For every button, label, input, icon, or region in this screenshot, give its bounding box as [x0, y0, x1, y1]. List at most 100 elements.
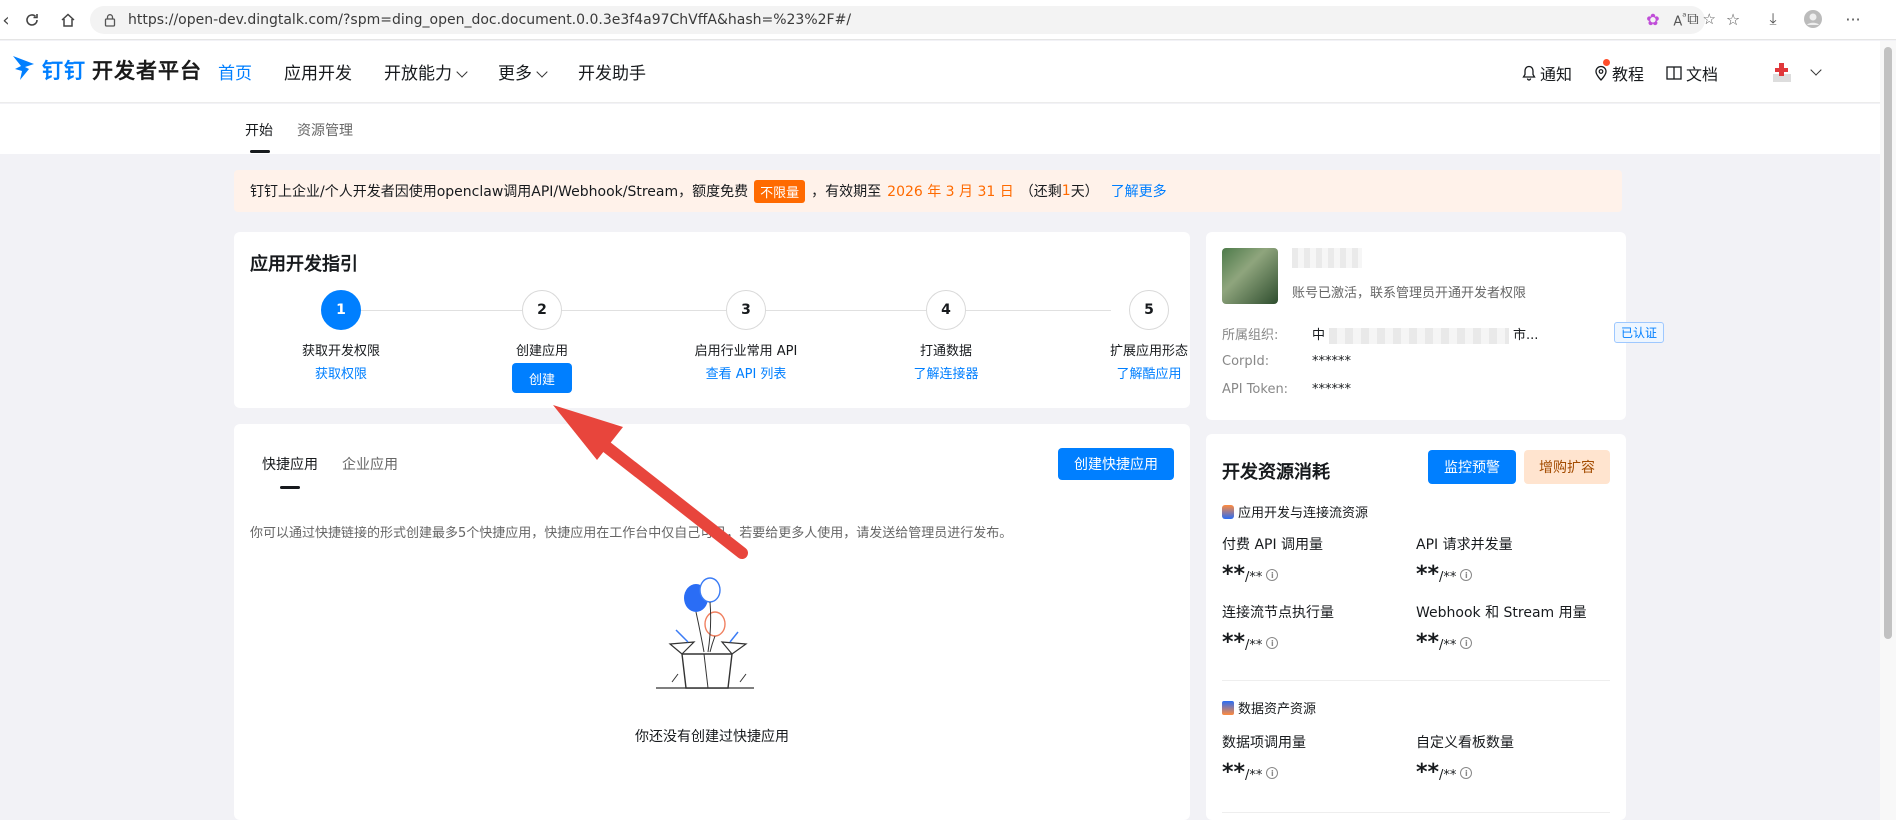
- monitor-alert-button[interactable]: 监控预警: [1428, 450, 1516, 484]
- corpid-label: CorpId:: [1222, 354, 1270, 369]
- metric-value: **/** i: [1222, 760, 1279, 785]
- extensions-icon[interactable]: ⧉: [1682, 8, 1704, 30]
- api-list-link[interactable]: 查看 API 列表: [674, 363, 818, 382]
- docs-link[interactable]: 文档: [1666, 61, 1718, 85]
- refresh-icon[interactable]: [18, 6, 46, 34]
- step-number: 3: [726, 290, 766, 330]
- account-status: 账号已激活，联系管理员开通开发者权限: [1292, 286, 1527, 301]
- lock-icon: [102, 12, 118, 28]
- dingtalk-logo-icon: [12, 53, 36, 87]
- step-number: 1: [321, 290, 361, 330]
- info-icon[interactable]: i: [1266, 767, 1279, 779]
- resources-title: 开发资源消耗: [1222, 462, 1330, 483]
- corpid-row: CorpId: ******: [1222, 354, 1351, 369]
- step-1: 1 获取开发权限 获取权限: [271, 290, 411, 382]
- back-icon[interactable]: ‹: [0, 6, 20, 34]
- red-dot-badge: [1602, 59, 1610, 66]
- tab-resource-management[interactable]: 资源管理: [297, 120, 353, 140]
- home-icon[interactable]: [54, 6, 82, 34]
- step-label: 打通数据: [919, 344, 972, 359]
- active-tab-indicator: [280, 486, 300, 489]
- token-row: API Token: ******: [1222, 382, 1351, 397]
- tab-enterprise-apps[interactable]: 企业应用: [342, 454, 398, 474]
- metric-label: 自定义看板数量: [1416, 735, 1514, 751]
- nav-open-capabilities[interactable]: 开放能力: [384, 59, 468, 84]
- browser-toolbar: ‹ https://open-dev.dingtalk.com/?spm=din…: [0, 0, 1896, 40]
- bell-icon: [1522, 65, 1536, 81]
- nav-more[interactable]: 更多: [498, 59, 548, 84]
- avatar: [1770, 62, 1798, 84]
- metric-label: 连接流节点执行量: [1222, 605, 1334, 621]
- scroll-thumb[interactable]: [1884, 47, 1892, 639]
- logo[interactable]: 钉钉 开发者平台: [12, 53, 202, 87]
- tutorial-link[interactable]: 教程: [1594, 59, 1644, 85]
- tab-start[interactable]: 开始: [245, 120, 273, 140]
- buy-expand-button[interactable]: 增购扩容: [1524, 450, 1610, 484]
- guide-steps: 1 获取开发权限 获取权限 2 创建应用 创建 3 启用行业常用 API 查看 …: [234, 290, 1190, 400]
- more-menu-icon[interactable]: ···: [1842, 8, 1864, 30]
- step-5: 5 扩展应用形态 了解酷应用: [1079, 290, 1219, 382]
- notice-text-1: 钉钉上企业/个人开发者因使用openclaw调用API/Webhook/Stre…: [250, 184, 749, 200]
- user-menu[interactable]: [1770, 62, 1822, 84]
- profile-icon[interactable]: [1802, 8, 1824, 30]
- create-quick-app-button[interactable]: 创建快捷应用: [1058, 448, 1174, 480]
- section-data-assets: 数据资产资源: [1222, 698, 1316, 717]
- step-label: 获取开发权限: [301, 344, 380, 359]
- metric-used: **: [1416, 760, 1440, 785]
- favorites-icon[interactable]: ☆: [1722, 8, 1744, 30]
- cool-app-link[interactable]: 了解酷应用: [1079, 363, 1219, 382]
- connector-link[interactable]: 了解连接器: [876, 363, 1016, 382]
- metric-used: **: [1416, 630, 1440, 655]
- create-app-button[interactable]: 创建: [512, 363, 572, 393]
- copilot-icon[interactable]: ✿: [1642, 8, 1664, 30]
- logo-ding-text: 钉钉: [42, 59, 86, 83]
- quick-apps-card: 快捷应用 企业应用 创建快捷应用 你可以通过快捷链接的形式创建最多5个快捷应用，…: [234, 424, 1190, 820]
- redacted-name: [1292, 248, 1362, 268]
- metric-used: **: [1222, 562, 1246, 587]
- docs-label: 文档: [1685, 65, 1718, 84]
- notice-text-4: 天）: [1070, 184, 1099, 200]
- metric-value: **/** i: [1416, 562, 1473, 587]
- info-icon[interactable]: i: [1460, 569, 1473, 581]
- metric-value: **/** i: [1416, 760, 1473, 785]
- account-profile-card: 账号已激活，联系管理员开通开发者权限 所属组织: 中 市... 已认证 CorpI…: [1206, 232, 1665, 420]
- empty-box-illustration: [654, 570, 764, 704]
- org-label: 所属组织:: [1222, 328, 1279, 343]
- nav-dev-assistant[interactable]: 开发助手: [578, 59, 646, 84]
- token-label: API Token:: [1222, 382, 1289, 397]
- notify-link[interactable]: 通知: [1522, 61, 1572, 85]
- tab-quick-apps[interactable]: 快捷应用: [262, 454, 318, 474]
- get-permission-link[interactable]: 获取权限: [271, 363, 411, 382]
- metric-label: API 请求并发量: [1416, 537, 1513, 553]
- metric-total: /**: [1245, 570, 1263, 585]
- tutorial-label: 教程: [1611, 65, 1644, 84]
- notice-date: 2026 年 3 月 31 日: [887, 184, 1014, 200]
- dev-resources-card: 开发资源消耗 监控预警 增购扩容 应用开发与连接流资源 付费 API 调用量 *…: [1206, 434, 1626, 820]
- location-pin-icon: [1595, 65, 1607, 81]
- org-avatar: [1222, 248, 1278, 304]
- step-label: 扩展应用形态: [1109, 344, 1188, 359]
- info-icon[interactable]: i: [1266, 569, 1279, 581]
- downloads-icon[interactable]: ⤓: [1762, 8, 1784, 30]
- nav-open-capabilities-label: 开放能力: [384, 64, 452, 84]
- info-icon[interactable]: i: [1266, 637, 1279, 649]
- address-bar[interactable]: https://open-dev.dingtalk.com/?spm=ding_…: [90, 6, 1705, 34]
- metric-value: **/** i: [1416, 630, 1473, 655]
- info-icon[interactable]: i: [1460, 637, 1473, 649]
- notify-label: 通知: [1539, 65, 1572, 84]
- nav-app-dev[interactable]: 应用开发: [284, 59, 352, 84]
- notice-days: 1: [1061, 183, 1071, 199]
- metric-total: /**: [1439, 570, 1457, 585]
- learn-more-link[interactable]: 了解更多: [1111, 181, 1167, 201]
- org-value-end: 市...: [1513, 328, 1539, 343]
- step-number: 4: [926, 290, 966, 330]
- section-divider: [1222, 680, 1610, 681]
- token-value: ******: [1312, 382, 1351, 397]
- info-icon[interactable]: i: [1460, 767, 1473, 779]
- page-scrollbar[interactable]: [1880, 41, 1896, 820]
- sub-navigation: 开始 资源管理: [0, 104, 1880, 154]
- metric-total: /**: [1439, 638, 1457, 653]
- step-3: 3 启用行业常用 API 查看 API 列表: [674, 290, 818, 382]
- verified-badge: 已认证: [1614, 322, 1665, 343]
- nav-home[interactable]: 首页: [218, 59, 252, 84]
